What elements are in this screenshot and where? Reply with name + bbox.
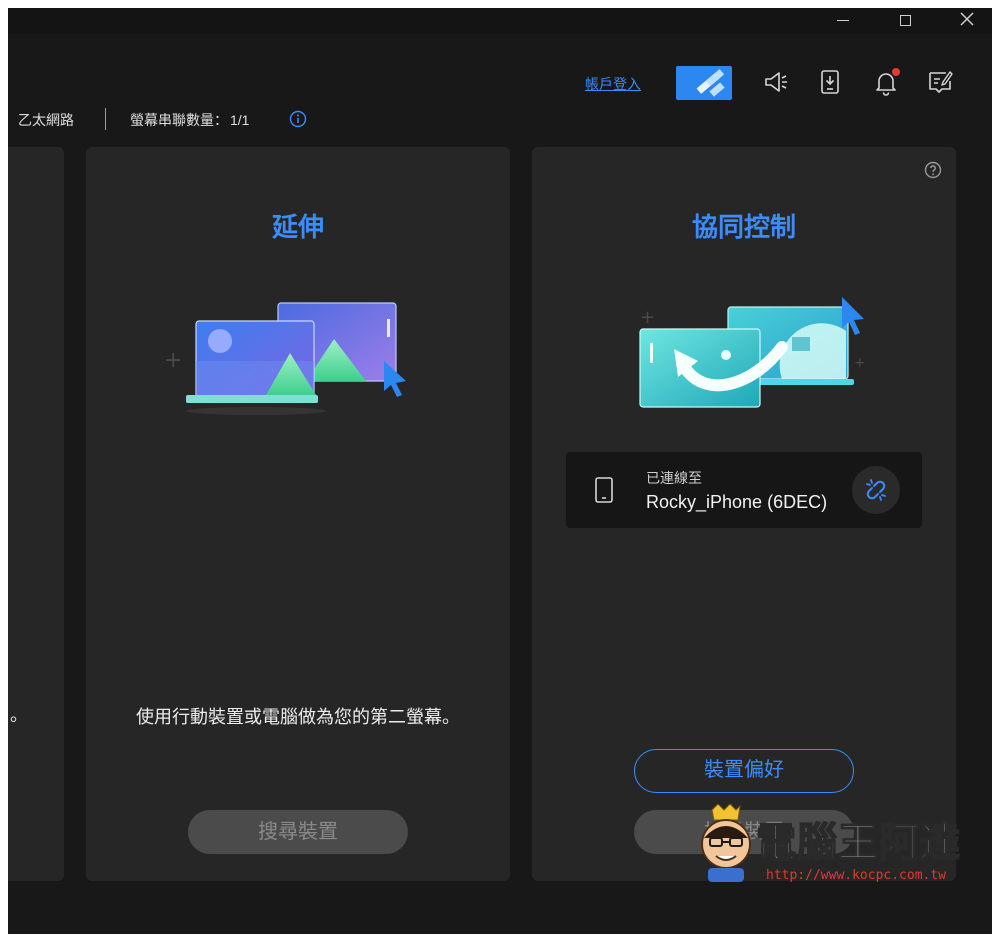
feedback-icon: [929, 71, 953, 93]
watermark-text: 電腦王阿達: [755, 820, 961, 866]
title-bar: [8, 8, 992, 34]
unlink-icon: [866, 479, 886, 501]
collab-control-card[interactable]: 協同控制 + + 已連線至 Rocky_iPhone (6DEC) 裝置偏好: [532, 147, 956, 881]
connected-to-label: 已連線至: [646, 470, 702, 486]
extend-card-title: 延伸: [271, 212, 324, 242]
account-login-link[interactable]: 帳戶登入: [585, 74, 641, 94]
extend-illustration: +: [164, 302, 406, 415]
screen-count: 螢幕串聯數量： 1/1: [128, 110, 249, 130]
megaphone-icon: [765, 72, 787, 92]
announcement-button[interactable]: [762, 68, 790, 96]
network-type: 乙太網路: [18, 112, 74, 128]
connection-status: 乙太網路 螢幕串聯數量： 1/1: [8, 108, 992, 132]
mascot-logo: [701, 804, 751, 882]
download-icon: [821, 70, 839, 94]
notification-dot: [892, 68, 900, 76]
download-button[interactable]: [816, 68, 844, 96]
mirror-card: 。: [8, 147, 64, 881]
mirror-card-description: 。: [10, 705, 28, 725]
svg-text:+: +: [854, 355, 866, 371]
top-toolbar: 帳戶登入: [8, 34, 992, 112]
app-window: 帳戶登入 乙太網路 螢幕串聯數量： 1/1 。 延伸 + 使用行動裝置或電腦做為…: [8, 8, 992, 934]
close-icon: [960, 12, 974, 26]
screen-count-value: 1/1: [230, 112, 250, 128]
connected-device-name: Rocky_iPhone (6DEC): [646, 492, 828, 512]
svg-text:+: +: [164, 348, 182, 373]
info-icon[interactable]: [289, 110, 307, 128]
svg-text:+: +: [640, 307, 655, 328]
minimize-icon: [837, 19, 849, 22]
collab-illustration: + +: [639, 297, 866, 408]
feedback-button[interactable]: [926, 68, 954, 96]
maximize-icon: [899, 14, 911, 26]
device-preferences-button[interactable]: 裝置偏好: [634, 749, 854, 793]
search-device-button[interactable]: 搜尋裝置: [188, 810, 408, 854]
minimize-button[interactable]: [820, 8, 866, 34]
help-icon[interactable]: [924, 161, 942, 179]
extend-card-description: 使用行動裝置或電腦做為您的第二螢幕。: [136, 707, 460, 727]
extend-card[interactable]: 延伸 + 使用行動裝置或電腦做為您的第二螢幕。 搜尋裝置: [86, 147, 510, 881]
disconnect-button[interactable]: [852, 466, 900, 514]
notifications-button[interactable]: [872, 68, 900, 96]
connected-device-panel: 已連線至 Rocky_iPhone (6DEC): [566, 452, 922, 528]
close-button[interactable]: [944, 8, 990, 34]
watermark: 電腦王阿達 http://www.kocpc.com.tw: [694, 800, 980, 900]
collab-card-title: 協同控制: [691, 212, 796, 242]
screen-count-label: 螢幕串聯數量：: [130, 112, 228, 128]
phone-icon: [595, 477, 613, 503]
status-divider: [105, 108, 106, 130]
maximize-button[interactable]: [882, 8, 928, 34]
watermark-url: http://www.kocpc.com.tw: [766, 868, 947, 883]
promo-badge[interactable]: [676, 66, 732, 100]
